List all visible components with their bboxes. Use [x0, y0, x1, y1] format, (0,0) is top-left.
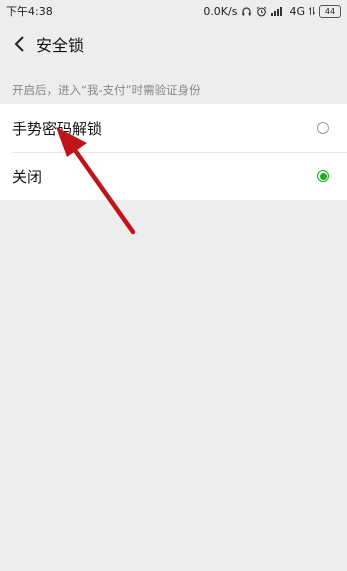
- network-type: 4G: [289, 4, 305, 18]
- network-speed: 0.0K/s: [203, 4, 238, 18]
- page-title: 安全锁: [36, 36, 85, 55]
- back-button[interactable]: [6, 22, 34, 66]
- lock-options-list: 手势密码解锁 关闭: [0, 104, 347, 200]
- status-bar: 下午4:38 0.0K/s 4G 44: [0, 0, 347, 22]
- option-label: 手势密码解锁: [12, 119, 103, 138]
- status-time: 下午4:38: [6, 5, 53, 18]
- alarm-icon: [256, 6, 267, 17]
- option-label: 关闭: [12, 167, 43, 186]
- option-off[interactable]: 关闭: [0, 152, 347, 200]
- settings-hint: 开启后，进入“我-支付”时需验证身份: [12, 83, 201, 97]
- nav-bar: 安全锁: [0, 22, 347, 66]
- radio-selected-icon[interactable]: [317, 170, 329, 182]
- battery-icon: 44: [319, 4, 341, 18]
- data-activity-icon: [309, 6, 315, 16]
- back-arrow-icon: [14, 36, 24, 52]
- signal-icon: [271, 6, 285, 16]
- radio-unselected-icon[interactable]: [317, 122, 329, 134]
- headset-icon: [241, 6, 252, 17]
- status-indicators: 0.0K/s 4G 44: [203, 4, 341, 18]
- option-gesture-password[interactable]: 手势密码解锁: [0, 104, 347, 152]
